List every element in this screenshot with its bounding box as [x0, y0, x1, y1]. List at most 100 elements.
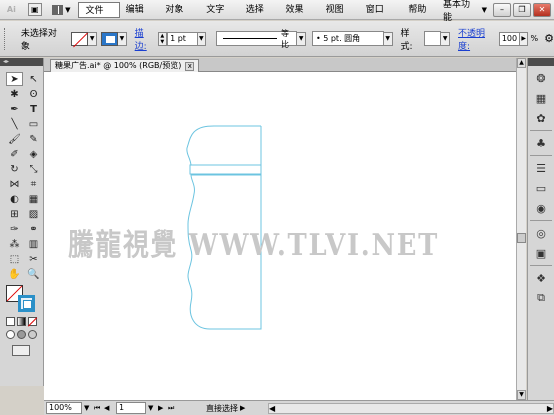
- fill-stroke-control[interactable]: [6, 285, 40, 313]
- chevron-down-icon[interactable]: ▼: [297, 31, 306, 46]
- selection-tool-icon[interactable]: ➤: [6, 72, 23, 86]
- brush-definition[interactable]: • 5 pt. 圆角: [311, 31, 384, 46]
- pen-tool-icon[interactable]: ✒: [6, 102, 23, 116]
- workspace-switcher[interactable]: 基本功能 ▼: [443, 0, 487, 23]
- opacity-panel-link[interactable]: 不透明度:: [458, 26, 495, 52]
- first-artboard-icon[interactable]: ⏮: [94, 403, 102, 413]
- next-artboard-icon[interactable]: ▶: [158, 403, 166, 413]
- scroll-up-icon[interactable]: ▲: [517, 58, 526, 68]
- zoom-field[interactable]: 100%: [46, 402, 82, 414]
- scroll-left-icon[interactable]: ◀: [269, 404, 275, 413]
- blend-tool-icon[interactable]: ⚭: [25, 222, 42, 236]
- slice-tool-icon[interactable]: ✂: [25, 252, 42, 266]
- scroll-down-icon[interactable]: ▼: [517, 390, 526, 400]
- width-tool-icon[interactable]: ⋈: [6, 177, 23, 191]
- panel-grip[interactable]: [4, 27, 7, 50]
- close-icon[interactable]: x: [185, 61, 195, 71]
- prev-artboard-icon[interactable]: ◀: [104, 403, 112, 413]
- magic-wand-tool-icon[interactable]: ✱: [6, 87, 23, 101]
- close-button[interactable]: ✕: [533, 2, 551, 17]
- shape-builder-tool-icon[interactable]: ◐: [6, 192, 23, 206]
- candy-band-rect[interactable]: [189, 164, 262, 175]
- dock-header[interactable]: [528, 58, 554, 66]
- chevron-down-icon[interactable]: ▼: [148, 403, 156, 413]
- zoom-tool-icon[interactable]: 🔍: [25, 267, 42, 281]
- paintbrush-tool-icon[interactable]: 🖌: [6, 132, 23, 146]
- layers-panel-icon[interactable]: ❖: [532, 270, 550, 286]
- none-icon[interactable]: [28, 317, 37, 326]
- column-graph-tool-icon[interactable]: ▥: [25, 237, 42, 251]
- artboard-canvas[interactable]: 騰龍視覺 WWW.TLVI.NET: [44, 72, 516, 400]
- hand-tool-icon[interactable]: ✋: [6, 267, 23, 281]
- menu-type[interactable]: 文字(T): [200, 2, 240, 31]
- menu-object[interactable]: 对象(O): [159, 2, 200, 31]
- vertical-scrollbar[interactable]: ▲ ▼: [516, 58, 526, 400]
- symbol-sprayer-tool-icon[interactable]: ⁂: [6, 237, 23, 251]
- appearance-panel-icon[interactable]: ◎: [532, 225, 550, 241]
- restore-button[interactable]: ❐: [513, 2, 531, 17]
- gradient-icon[interactable]: [17, 317, 26, 326]
- graphic-styles-panel-icon[interactable]: ▣: [532, 245, 550, 261]
- direct-selection-tool-icon[interactable]: ↖: [25, 72, 42, 86]
- brushes-panel-icon[interactable]: ✿: [532, 110, 550, 126]
- artboard-number-field[interactable]: 1: [116, 402, 146, 414]
- menu-file[interactable]: 文件(F): [78, 1, 120, 32]
- symbols-panel-icon[interactable]: ♣: [532, 135, 550, 151]
- stroke-panel-link[interactable]: 描边:: [135, 26, 155, 52]
- minimize-button[interactable]: –: [493, 2, 511, 17]
- scale-tool-icon[interactable]: ⤡: [25, 162, 42, 176]
- chevron-down-icon[interactable]: ▼: [197, 31, 207, 46]
- blob-brush-tool-icon[interactable]: ✐: [6, 147, 23, 161]
- rectangle-tool-icon[interactable]: ▭: [25, 117, 42, 131]
- eraser-tool-icon[interactable]: ◈: [25, 147, 42, 161]
- chevron-down-icon[interactable]: ▼: [65, 6, 70, 14]
- draw-inside-icon[interactable]: [28, 330, 37, 339]
- stroke-swatch[interactable]: [18, 295, 35, 312]
- stroke-weight-stepper[interactable]: ▲ ▼: [157, 31, 168, 46]
- chevron-down-icon[interactable]: ▼: [118, 31, 127, 46]
- graphic-style-swatch[interactable]: [424, 31, 442, 46]
- panel-header[interactable]: ◂▸: [0, 58, 43, 66]
- swatches-panel-icon[interactable]: ▦: [532, 90, 550, 106]
- stroke-color-swatch[interactable]: [101, 31, 119, 46]
- stroke-panel-icon[interactable]: ☰: [532, 160, 550, 176]
- stroke-weight-field[interactable]: 1 pt: [167, 31, 198, 46]
- scroll-thumb[interactable]: [517, 233, 526, 243]
- draw-normal-icon[interactable]: [6, 330, 15, 339]
- gradient-tool-icon[interactable]: ▨: [25, 207, 42, 221]
- artboards-panel-icon[interactable]: ⧉: [532, 290, 550, 306]
- eyedropper-tool-icon[interactable]: ✑: [6, 222, 23, 236]
- lasso-tool-icon[interactable]: ʘ: [25, 87, 42, 101]
- pencil-tool-icon[interactable]: ✎: [25, 132, 42, 146]
- bridge-icon[interactable]: ▣: [27, 3, 42, 16]
- line-tool-icon[interactable]: ╲: [6, 117, 23, 131]
- chevron-down-icon[interactable]: ▼: [441, 31, 450, 46]
- artboard-tool-icon[interactable]: ⬚: [6, 252, 23, 266]
- gradient-panel-icon[interactable]: ▭: [532, 180, 550, 196]
- menu-view[interactable]: 视图(V): [320, 2, 360, 31]
- chevron-right-icon[interactable]: ▶: [240, 403, 248, 413]
- chevron-down-icon[interactable]: ▼: [383, 31, 393, 46]
- arrange-documents-icon[interactable]: [51, 4, 64, 15]
- color-panel-icon[interactable]: ❂: [532, 70, 550, 86]
- chevron-down-icon[interactable]: ▼: [84, 403, 92, 413]
- menu-effect[interactable]: 效果(C): [279, 2, 319, 31]
- menu-select[interactable]: 选择(S): [240, 2, 280, 31]
- scroll-right-icon[interactable]: ▶: [547, 404, 553, 413]
- draw-behind-icon[interactable]: [17, 330, 26, 339]
- chevron-right-icon[interactable]: ▶: [519, 31, 529, 46]
- color-icon[interactable]: [6, 317, 15, 326]
- menu-window[interactable]: 窗口(W): [360, 2, 403, 31]
- panel-menu-icon[interactable]: ⚙: [544, 32, 554, 45]
- screen-mode-icon[interactable]: [12, 345, 30, 356]
- free-transform-tool-icon[interactable]: ⌗: [25, 177, 42, 191]
- type-tool-icon[interactable]: T: [25, 102, 42, 116]
- chevron-down-icon[interactable]: ▼: [88, 31, 98, 46]
- transparency-panel-icon[interactable]: ◉: [532, 200, 550, 216]
- fill-color-swatch[interactable]: [71, 31, 89, 46]
- horizontal-scrollbar[interactable]: ◀ ▶: [268, 402, 554, 414]
- rotate-tool-icon[interactable]: ↻: [6, 162, 23, 176]
- menu-edit[interactable]: 编辑(E): [120, 2, 160, 31]
- mesh-tool-icon[interactable]: ⊞: [6, 207, 23, 221]
- opacity-field[interactable]: 100: [498, 31, 520, 46]
